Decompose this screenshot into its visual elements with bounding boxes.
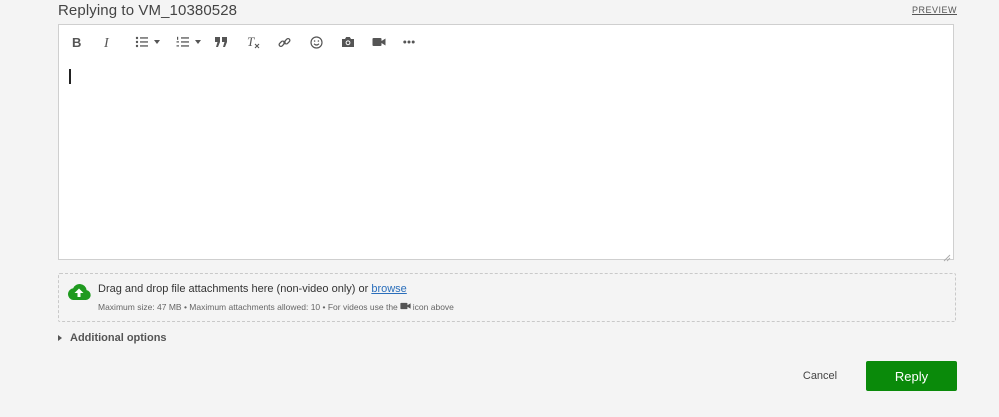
attachment-limits: Maximum size: 47 MB • Maximum attachment… (98, 302, 454, 312)
editor-toolbar: B I T (59, 25, 953, 59)
bulleted-list-icon[interactable] (135, 34, 160, 50)
cloud-upload-icon (67, 283, 91, 306)
dropzone-text: Drag and drop file attachments here (non… (98, 283, 372, 295)
limits-suffix: icon above (412, 302, 454, 312)
svg-text:I: I (103, 36, 110, 49)
attachment-dropzone[interactable]: Drag and drop file attachments here (non… (58, 273, 956, 322)
caret-right-icon (58, 335, 62, 341)
video-icon (400, 302, 411, 312)
resize-handle[interactable] (943, 249, 951, 262)
more-icon[interactable] (403, 34, 415, 50)
preview-link[interactable]: PREVIEW (912, 5, 957, 15)
chevron-down-icon[interactable] (195, 40, 201, 44)
clear-formatting-icon[interactable]: T (247, 34, 261, 50)
limits-text: Maximum size: 47 MB • Maximum attachment… (98, 302, 398, 312)
camera-icon[interactable] (341, 34, 355, 50)
reply-title: Replying to VM_10380528 (58, 2, 238, 19)
emoji-icon[interactable] (310, 34, 323, 50)
dropzone-instructions: Drag and drop file attachments here (non… (98, 283, 407, 295)
reply-button[interactable]: Reply (866, 361, 957, 391)
link-icon[interactable] (278, 34, 291, 50)
svg-text:T: T (247, 35, 255, 49)
chevron-down-icon[interactable] (154, 40, 160, 44)
additional-options-label: Additional options (70, 332, 167, 344)
browse-link[interactable]: browse (371, 283, 406, 295)
bold-icon[interactable]: B (71, 34, 81, 50)
cancel-button[interactable]: Cancel (790, 361, 850, 391)
rich-text-editor[interactable]: B I T (58, 24, 954, 262)
additional-options-toggle[interactable]: Additional options (58, 332, 167, 344)
video-icon[interactable] (372, 34, 386, 50)
quote-icon[interactable] (215, 34, 228, 50)
numbered-list-icon[interactable] (176, 34, 201, 50)
editor-text-area[interactable] (59, 59, 953, 259)
svg-text:B: B (72, 35, 81, 49)
italic-icon[interactable]: I (103, 34, 113, 50)
text-cursor (69, 69, 71, 84)
